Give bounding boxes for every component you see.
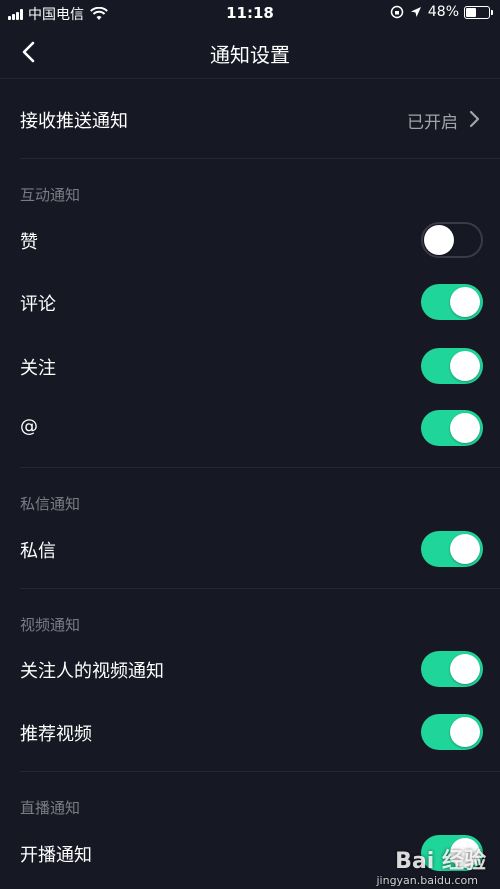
divider [20, 158, 500, 159]
setting-row-recommended-video: 推荐视频 [0, 712, 500, 752]
section-title-interaction: 互动通知 [20, 186, 81, 204]
toggle-comment[interactable] [421, 284, 483, 320]
toggle-knob [450, 413, 480, 443]
toggle-followed-video[interactable] [421, 651, 483, 687]
setting-label-like: 赞 [20, 232, 38, 253]
nav-bar: 通知设置 [0, 26, 500, 79]
toggle-private-message[interactable] [421, 531, 483, 567]
chevron-right-icon [469, 110, 480, 128]
battery-fill [466, 7, 476, 17]
push-status-value: 已开启 [407, 113, 458, 133]
page-title: 通知设置 [210, 43, 290, 67]
toggle-knob [450, 351, 480, 381]
divider [20, 467, 500, 468]
setting-row-mention: @ [0, 408, 500, 448]
toggle-like[interactable] [421, 222, 483, 258]
location-arrow-icon [410, 7, 421, 17]
setting-row-follow: 关注 [0, 346, 500, 386]
baidu-watermark: Bai 经验 [395, 849, 486, 874]
setting-row-private-message: 私信 [0, 529, 500, 569]
section-title-video: 视频通知 [20, 616, 81, 634]
status-bar: 中国电信 11:18 48% [0, 0, 500, 26]
push-notification-label: 接收推送通知 [20, 111, 128, 132]
toggle-knob [450, 654, 480, 684]
battery-icon [464, 5, 493, 19]
setting-row-followed-video: 关注人的视频通知 [0, 649, 500, 689]
setting-label-recommended-video: 推荐视频 [20, 724, 92, 745]
battery-percent: 48% [427, 4, 459, 20]
setting-row-like: 赞 [0, 220, 500, 260]
rotation-lock-icon [390, 5, 404, 19]
setting-label-live-start: 开播通知 [20, 845, 92, 866]
status-right: 48% [390, 4, 493, 20]
setting-label-comment: 评论 [20, 294, 56, 315]
setting-label-followed-video: 关注人的视频通知 [20, 661, 164, 682]
divider [20, 771, 500, 772]
section-title-message: 私信通知 [20, 495, 81, 513]
toggle-knob [424, 225, 454, 255]
setting-label-private-message: 私信 [20, 541, 56, 562]
toggle-knob [450, 287, 480, 317]
divider [20, 588, 500, 589]
toggle-recommended-video[interactable] [421, 714, 483, 750]
setting-label-follow: 关注 [20, 358, 56, 379]
toggle-knob [450, 717, 480, 747]
section-title-live: 直播通知 [20, 799, 81, 817]
setting-label-mention: @ [20, 416, 38, 437]
setting-row-comment: 评论 [0, 282, 500, 322]
toggle-follow[interactable] [421, 348, 483, 384]
toggle-mention[interactable] [421, 410, 483, 446]
push-notification-row[interactable]: 接收推送通知 已开启 [0, 95, 500, 141]
watermark-url: jingyan.baidu.com [376, 874, 478, 887]
toggle-knob [450, 534, 480, 564]
